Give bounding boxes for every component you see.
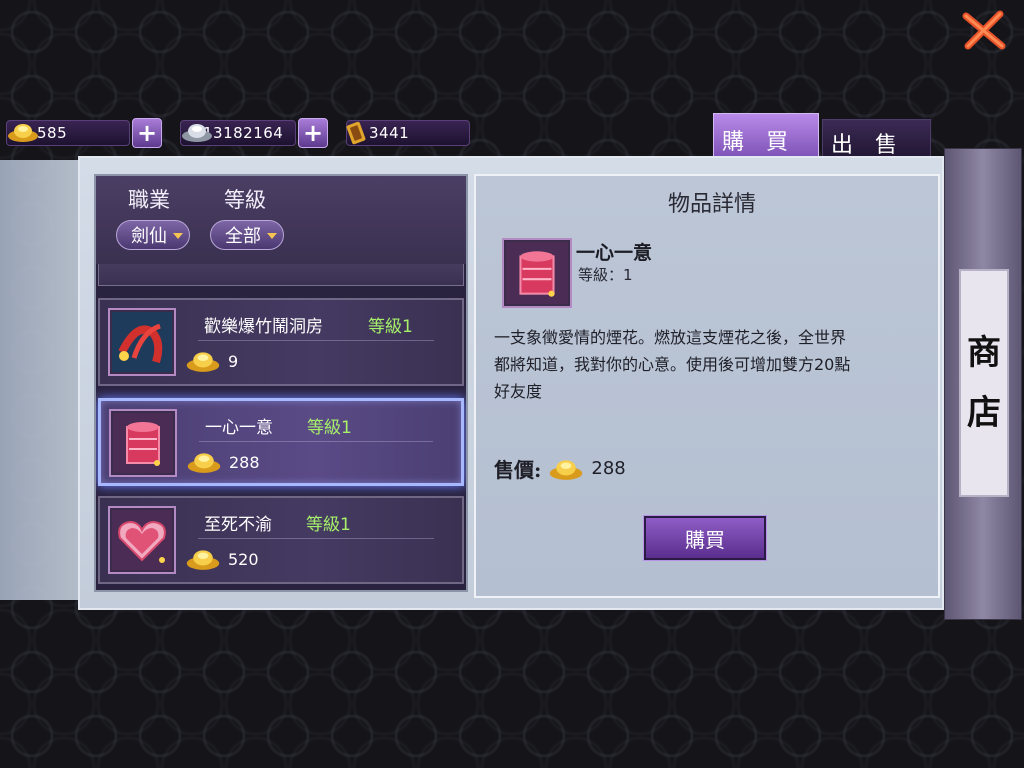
- list-item-selected[interactable]: 一心一意 等級1 288: [98, 398, 464, 486]
- gold-ingot-icon: [8, 124, 38, 142]
- detail-description-line: 一支象徵愛情的煙花。燃放這支煙花之後，全世界: [494, 328, 847, 347]
- add-gold-button[interactable]: +: [132, 118, 162, 148]
- level-filter-label: 等級: [224, 188, 266, 212]
- filter-header: 職業 等級 劍仙 全部: [96, 176, 466, 264]
- price-value: 288: [591, 458, 626, 479]
- item-level: 等級1: [307, 418, 352, 438]
- close-button[interactable]: [958, 8, 1010, 52]
- item-level: 等級1: [306, 515, 351, 535]
- item-name: 一心一意: [205, 418, 273, 438]
- firecracker-icon: [108, 308, 176, 376]
- job-filter-dropdown[interactable]: 劍仙: [116, 220, 190, 250]
- tab-sell-label: 出 售: [831, 133, 898, 158]
- item-name: 至死不渝: [204, 515, 272, 535]
- currency-silver: 13182164 +: [180, 118, 328, 148]
- tab-buy-label: 購 買: [722, 130, 789, 155]
- firework-box-icon: [502, 238, 572, 308]
- divider: [198, 340, 434, 341]
- buy-button[interactable]: 購買: [643, 515, 767, 561]
- item-price-value: 520: [228, 549, 259, 569]
- detail-item-name: 一心一意: [576, 242, 653, 264]
- firework-box-icon: [109, 409, 177, 477]
- job-filter-label: 職業: [128, 188, 170, 212]
- item-price: 520: [184, 546, 259, 572]
- list-item[interactable]: 歡樂爆竹鬧洞房 等級1 9: [98, 298, 464, 386]
- item-list[interactable]: 職業 等級 劍仙 全部 歡樂爆竹鬧洞房 等級1 9 一心一意 等級1 288 至…: [94, 174, 468, 592]
- currency-coupon: 3441: [346, 118, 470, 148]
- shop-sign-char: 店: [967, 393, 1001, 433]
- item-price-value: 9: [228, 351, 239, 371]
- item-detail-panel: 物品詳情 一心一意 等級：1 一支象徵愛情的煙花。燃放這支煙花之後，全世界 都將…: [474, 174, 940, 598]
- detail-description: 一支象徵愛情的煙花。燃放這支煙花之後，全世界 都將知道，我對你的心意。使用後可增…: [494, 324, 924, 405]
- heart-cake-icon: [108, 506, 176, 574]
- silver-ingot-icon: [182, 124, 212, 142]
- detail-price: 售價: 288: [494, 454, 626, 483]
- detail-title: 物品詳情: [667, 192, 756, 217]
- item-level: 等級1: [368, 317, 413, 337]
- detail-description-line: 好友度: [494, 382, 543, 401]
- gold-coupon-icon: [346, 121, 366, 145]
- level-filter-value: 全部: [225, 226, 261, 247]
- shop-plaque: 商 店: [959, 269, 1009, 497]
- tab-sell[interactable]: 出 售: [822, 119, 931, 161]
- divider: [198, 538, 434, 539]
- gold-ingot-icon: [550, 459, 583, 480]
- divider: [199, 441, 433, 442]
- chevron-down-icon: [173, 233, 183, 239]
- close-icon: [962, 10, 1006, 50]
- shop-scroll-sign: 商 店: [944, 148, 1022, 620]
- currency-gold: 585 +: [6, 118, 162, 148]
- item-name: 歡樂爆竹鬧洞房: [204, 317, 323, 337]
- gold-ingot-icon: [186, 550, 220, 570]
- add-silver-button[interactable]: +: [298, 118, 328, 148]
- item-price: 288: [185, 449, 260, 475]
- gold-ingot-icon: [186, 352, 220, 372]
- price-label: 售價:: [494, 458, 542, 482]
- shop-sign-char: 商: [967, 333, 1001, 373]
- level-filter-dropdown[interactable]: 全部: [210, 220, 284, 250]
- detail-description-line: 都將知道，我對你的心意。使用後可增加雙方20點: [494, 355, 851, 374]
- detail-item-level: 等級：1: [578, 266, 633, 284]
- gold-ingot-icon: [187, 453, 221, 473]
- item-price-value: 288: [229, 452, 260, 472]
- job-filter-value: 劍仙: [131, 226, 167, 247]
- chevron-down-icon: [267, 233, 277, 239]
- tab-buy[interactable]: 購 買: [713, 113, 819, 161]
- list-item[interactable]: 至死不渝 等級1 520: [98, 496, 464, 584]
- item-price: 9: [184, 348, 238, 374]
